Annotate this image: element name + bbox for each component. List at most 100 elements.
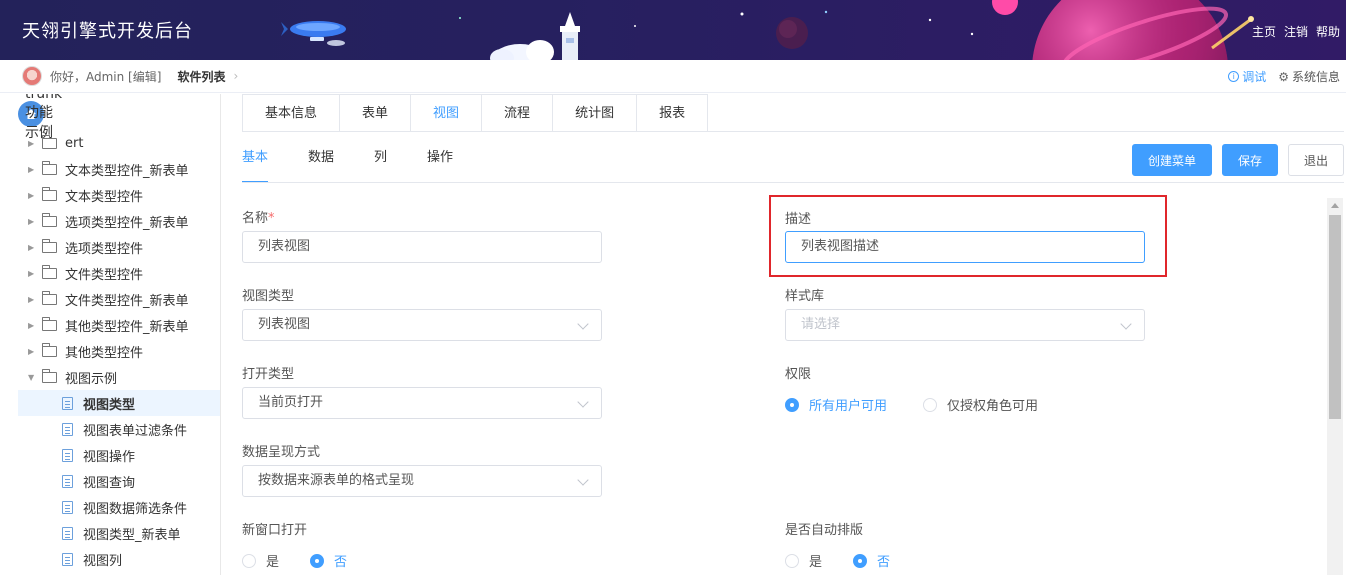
caret-right-icon: ▶	[28, 346, 35, 356]
sub-tabs: 基本 数据 列 操作	[242, 146, 493, 183]
document-icon	[62, 396, 73, 410]
tab-view[interactable]: 视图	[411, 95, 483, 132]
new-window-no-radio[interactable]: 否	[310, 551, 347, 570]
app-title: 天翎引擎式开发后台	[22, 21, 193, 42]
tree-leaf-label: 视图表单过滤条件	[83, 423, 188, 439]
display-mode-label: 数据呈现方式	[242, 445, 321, 460]
tabs-divider	[242, 131, 1344, 132]
tab-report[interactable]: 报表	[637, 95, 708, 132]
tab-basic-info[interactable]: 基本信息	[243, 95, 341, 132]
top-links: 主页 注销 帮助	[1252, 23, 1340, 40]
save-button[interactable]: 保存	[1222, 144, 1278, 176]
display-mode-select[interactable]: 按数据来源表单的格式呈现	[242, 465, 602, 497]
document-icon	[62, 448, 73, 462]
tree-folder-label: ert	[65, 135, 84, 151]
folder-icon	[42, 212, 57, 227]
folder-icon	[42, 134, 57, 149]
avatar[interactable]	[22, 66, 42, 86]
home-link[interactable]: 主页	[1252, 23, 1276, 40]
sidebar-tree: trunk功能示例 ▶ ert ▶ 文本类型控件_新表单 ▶ 文本类型控件 ▶ …	[0, 94, 221, 575]
folder-icon	[42, 290, 57, 305]
view-type-select[interactable]: 列表视图	[242, 309, 602, 341]
radio-unchecked-icon	[785, 553, 799, 568]
user-greeting[interactable]: 你好，Admin [编辑]	[50, 68, 161, 85]
tree-folder[interactable]: ▶ 其他类型控件	[18, 338, 220, 364]
create-menu-button[interactable]: 创建菜单	[1132, 144, 1212, 176]
vertical-scrollbar[interactable]	[1327, 198, 1343, 575]
system-info-link[interactable]: ⚙ 系统信息	[1278, 68, 1340, 85]
tree-folder[interactable]: ▶ 文件类型控件	[18, 260, 220, 286]
permission-all-users-radio[interactable]: 所有用户可用	[785, 395, 887, 414]
name-input[interactable]: 列表视图	[242, 231, 602, 263]
tree-folder[interactable]: ▶ 其他类型控件_新表单	[18, 312, 220, 338]
tree-leaf[interactable]: 视图类型_新表单	[18, 520, 220, 546]
new-window-yes-radio[interactable]: 是	[242, 551, 279, 570]
auto-layout-label: 是否自动排版	[785, 523, 864, 538]
subtab-columns[interactable]: 列	[374, 146, 387, 172]
tree-folder-label: 视图示例	[65, 371, 118, 387]
folder-open-icon	[42, 368, 57, 383]
description-input[interactable]: 列表视图描述	[785, 231, 1145, 263]
scrollbar-thumb[interactable]	[1329, 215, 1341, 419]
radio-unchecked-icon	[923, 397, 937, 412]
tab-flow[interactable]: 流程	[482, 95, 554, 132]
tree-leaf[interactable]: 视图数据筛选条件	[18, 494, 220, 520]
tree-folder-expanded[interactable]: ▼ 视图示例	[18, 364, 220, 390]
open-type-select[interactable]: 当前页打开	[242, 387, 602, 419]
tree-leaf-label: 视图操作	[83, 449, 136, 465]
tree-leaf-selected[interactable]: 视图类型	[18, 390, 220, 416]
radio-label: 是	[266, 555, 280, 570]
style-library-label: 样式库	[785, 289, 825, 304]
tree-folder[interactable]: ▶ 文本类型控件	[18, 182, 220, 208]
caret-right-icon: ▶	[28, 320, 35, 330]
radio-checked-icon	[785, 397, 799, 412]
tree-root[interactable]: trunk功能示例	[18, 94, 62, 141]
logout-link[interactable]: 注销	[1284, 23, 1308, 40]
caret-right-icon: ▶	[28, 190, 35, 200]
debug-link[interactable]: i 调试	[1228, 68, 1266, 85]
auto-layout-no-radio[interactable]: 否	[853, 551, 890, 570]
tree-leaf-label: 视图数据筛选条件	[83, 501, 188, 517]
tree-folder-label: 文件类型控件_新表单	[65, 293, 189, 309]
caret-right-icon: ▶	[28, 216, 35, 226]
tree-leaf[interactable]: 视图操作	[18, 442, 220, 468]
folder-icon	[42, 160, 57, 175]
subtab-actions[interactable]: 操作	[427, 146, 453, 172]
style-library-select[interactable]: 请选择	[785, 309, 1145, 341]
tree-leaf-label: 视图类型	[83, 397, 136, 413]
tree-folder[interactable]: ▶ 选项类型控件	[18, 234, 220, 260]
auto-layout-yes-radio[interactable]: 是	[785, 551, 822, 570]
caret-right-icon: ▶	[28, 164, 35, 174]
radio-checked-icon	[853, 553, 867, 568]
folder-icon	[42, 316, 57, 331]
tree-folder-label: 选项类型控件	[65, 241, 144, 257]
permission-authorized-roles-radio[interactable]: 仅授权角色可用	[923, 395, 1038, 414]
tree-folder-label: 文本类型控件	[65, 189, 144, 205]
folder-icon	[42, 264, 57, 279]
tab-chart[interactable]: 统计图	[553, 95, 638, 132]
tree-folder-label: 文本类型控件_新表单	[65, 163, 189, 179]
tree-leaf[interactable]: 视图表单过滤条件	[18, 416, 220, 442]
tree-leaf-label: 视图类型_新表单	[83, 527, 181, 543]
tree-leaf-label: 视图列	[83, 553, 123, 569]
subtab-basic[interactable]: 基本	[242, 146, 269, 183]
tab-form[interactable]: 表单	[340, 95, 412, 132]
tree-folder[interactable]: ▶ 选项类型控件_新表单	[18, 208, 220, 234]
tree-folder[interactable]: ▶ 文本类型控件_新表单	[18, 156, 220, 182]
exit-button[interactable]: 退出	[1288, 144, 1344, 176]
radio-checked-icon	[310, 553, 324, 568]
subtab-data[interactable]: 数据	[308, 146, 334, 172]
tree-leaf[interactable]: 视图查询	[18, 468, 220, 494]
tree-folder[interactable]: ▶ 文件类型控件_新表单	[18, 286, 220, 312]
folder-icon	[42, 186, 57, 201]
help-link[interactable]: 帮助	[1316, 23, 1340, 40]
tree-leaf[interactable]: 视图列	[18, 546, 220, 572]
folder-icon	[42, 238, 57, 253]
caret-right-icon: ▶	[28, 268, 35, 278]
document-icon	[62, 552, 73, 566]
scroll-up-arrow-icon[interactable]	[1331, 203, 1339, 208]
document-icon	[62, 474, 73, 488]
tree-folder-ert[interactable]: ▶ ert	[18, 130, 220, 156]
required-mark: *	[268, 211, 275, 226]
breadcrumb[interactable]: 软件列表	[177, 68, 225, 85]
